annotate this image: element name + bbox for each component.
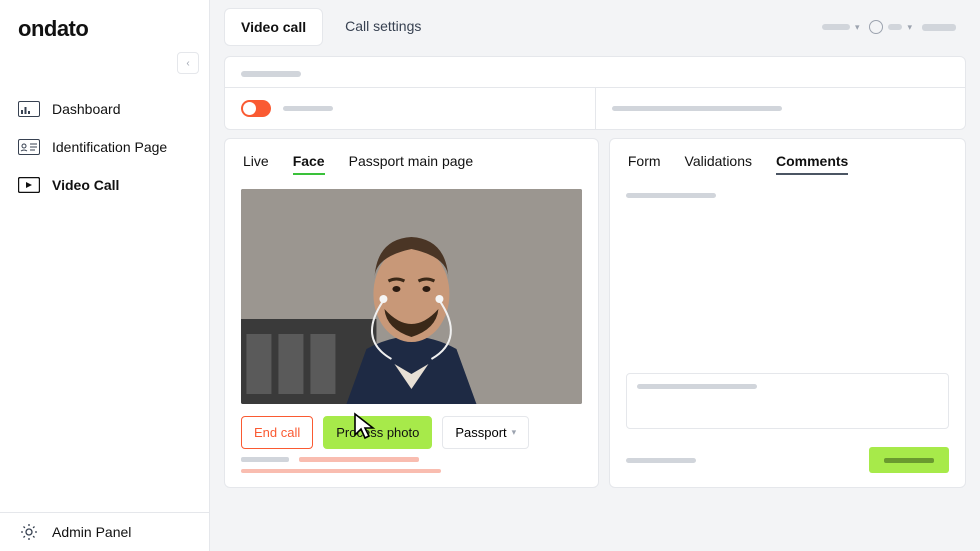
sidebar-footer: Admin Panel — [0, 512, 209, 551]
header-dropdown-1[interactable]: ▾ — [822, 22, 860, 33]
tab-video-call[interactable]: Video call — [224, 8, 323, 46]
sidebar-item-identification[interactable]: Identification Page — [0, 128, 209, 166]
placeholder-line — [241, 457, 289, 462]
tab-form[interactable]: Form — [628, 153, 661, 175]
process-photo-button[interactable]: Process photo — [323, 416, 432, 449]
placeholder-line — [241, 71, 301, 77]
tab-call-settings[interactable]: Call settings — [329, 8, 437, 46]
main-tabs: Video call Call settings — [224, 8, 437, 46]
main-area: Video call Call settings ▾ ▾ — [210, 0, 980, 551]
placeholder-line — [612, 106, 782, 111]
video-icon — [18, 176, 40, 194]
panel-columns: Live Face Passport main page — [224, 138, 966, 488]
collapse-sidebar-button[interactable]: ‹ — [177, 52, 199, 74]
comment-input[interactable] — [626, 373, 949, 429]
video-panel: Live Face Passport main page — [224, 138, 599, 488]
passport-dropdown-button[interactable]: Passport ▾ — [442, 416, 529, 449]
submit-comment-button[interactable] — [869, 447, 949, 473]
progress-row — [225, 453, 598, 487]
placeholder-line — [822, 24, 850, 30]
banner-top — [225, 57, 965, 88]
globe-icon — [869, 20, 883, 34]
chevron-down-icon: ▾ — [907, 22, 912, 33]
content: Live Face Passport main page — [210, 46, 980, 502]
info-banner — [224, 56, 966, 130]
banner-left — [225, 88, 596, 129]
id-card-icon — [18, 138, 40, 156]
end-call-button[interactable]: End call — [241, 416, 313, 449]
brand-logo: ondato — [0, 0, 209, 52]
progress-line-2 — [241, 469, 441, 473]
placeholder-line — [637, 384, 757, 389]
topbar-right: ▾ ▾ — [822, 20, 966, 34]
details-panel: Form Validations Comments — [609, 138, 966, 488]
passport-button-label: Passport — [455, 425, 506, 440]
tab-validations[interactable]: Validations — [685, 153, 752, 175]
sidebar-item-label: Identification Page — [52, 139, 167, 155]
tab-passport-main[interactable]: Passport main page — [349, 153, 474, 175]
banner-bottom — [225, 88, 965, 129]
placeholder-line — [283, 106, 333, 111]
sidebar-item-admin[interactable]: Admin Panel — [0, 513, 209, 551]
tab-comments[interactable]: Comments — [776, 153, 848, 175]
placeholder-line — [626, 193, 716, 198]
placeholder-line — [626, 458, 696, 463]
placeholder-line — [922, 24, 956, 31]
sidebar-nav: Dashboard Identification Page Video Call — [0, 82, 209, 512]
dashboard-icon — [18, 100, 40, 118]
video-tabs: Live Face Passport main page — [225, 139, 598, 185]
sidebar-item-dashboard[interactable]: Dashboard — [0, 90, 209, 128]
language-dropdown[interactable]: ▾ — [869, 20, 912, 34]
sidebar-item-label: Dashboard — [52, 101, 121, 117]
progress-line-1 — [241, 457, 582, 462]
sidebar: ondato ‹ Dashboard Identification Page — [0, 0, 210, 551]
placeholder-line — [299, 457, 419, 462]
details-footer — [610, 441, 965, 487]
gear-icon — [18, 523, 40, 541]
tab-live[interactable]: Live — [243, 153, 269, 175]
chevron-down-icon: ▾ — [855, 22, 860, 33]
sidebar-item-video-call[interactable]: Video Call — [0, 166, 209, 204]
sidebar-item-label: Video Call — [52, 177, 119, 193]
sidebar-item-label: Admin Panel — [52, 524, 131, 540]
details-tabs: Form Validations Comments — [610, 139, 965, 185]
placeholder-line — [888, 24, 902, 30]
topbar: Video call Call settings ▾ ▾ — [210, 0, 980, 46]
chevron-left-icon: ‹ — [186, 58, 189, 69]
sidebar-collapse-row: ‹ — [0, 52, 209, 82]
tab-face[interactable]: Face — [293, 153, 325, 175]
details-body — [610, 185, 965, 373]
video-frame — [241, 189, 582, 404]
chevron-down-icon: ▾ — [512, 427, 517, 438]
video-actions: End call Process photo Passport ▾ — [225, 404, 598, 453]
banner-right — [596, 88, 966, 129]
feature-toggle[interactable] — [241, 100, 271, 117]
